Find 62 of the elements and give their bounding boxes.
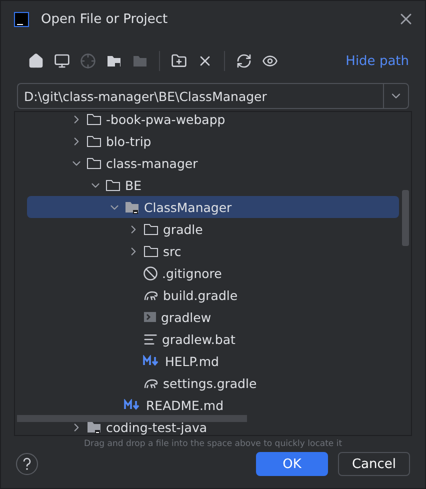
tree-row[interactable]: blo-trip (27, 130, 399, 152)
tree-row[interactable]: ClassManager (27, 196, 399, 218)
folder-icon (86, 133, 102, 149)
horizontal-scrollbar[interactable] (17, 415, 247, 422)
hide-path-link[interactable]: Hide path (346, 54, 409, 68)
path-field[interactable]: D:\git\class-manager\BE\ClassManager (17, 83, 383, 109)
tree-row[interactable]: build.gradle (27, 284, 399, 306)
tree-item-label: gradlew.bat (162, 332, 236, 346)
tree-item-label: ClassManager (144, 200, 232, 214)
question-mark-icon (21, 457, 33, 471)
tree-row[interactable]: .gitignore (27, 262, 399, 284)
tree-item-label: gradlew (161, 310, 212, 324)
ignore-icon (143, 266, 158, 280)
tree-item-label: gradle (163, 222, 203, 236)
folder-icon (132, 53, 148, 69)
folder-icon (143, 243, 159, 259)
tree-row[interactable]: gradlew.bat (27, 328, 399, 350)
tree-item-label: -book-pwa-webapp (106, 112, 226, 126)
new-folder-icon (171, 53, 187, 69)
tree-row[interactable]: gradle (27, 218, 399, 240)
help-button[interactable] (16, 453, 38, 475)
tree-item-label: build.gradle (163, 288, 238, 302)
tree-row[interactable]: BE (27, 174, 399, 196)
tree-item-label: HELP.md (165, 354, 219, 368)
home-icon (28, 53, 44, 69)
tree-item-label: .gitignore (162, 266, 222, 280)
tree-item-label: class-manager (106, 156, 198, 170)
module-folder-icon (124, 199, 140, 215)
tree-row[interactable]: settings.gradle (27, 372, 399, 394)
text-file-icon (143, 332, 158, 346)
window-title: Open File or Project (41, 12, 169, 26)
tree-item-label: README.md (146, 398, 224, 412)
desktop-icon (54, 53, 70, 69)
markdown-icon (143, 355, 161, 367)
tree-row[interactable]: -book-pwa-webapp (27, 112, 399, 130)
hint-text: Drag and drop a file into the space above to quickly locate it (82, 439, 344, 449)
tree-row[interactable]: HELP.md (27, 350, 399, 372)
folder-icon (86, 112, 102, 127)
terminal-icon (143, 310, 157, 324)
markdown-icon (124, 399, 142, 411)
crosshair-icon (80, 53, 96, 69)
refresh-icon (236, 53, 252, 69)
tree-item-label: coding-test-java (106, 420, 208, 434)
tree-row[interactable]: coding-test-java (27, 416, 399, 435)
tree-row[interactable]: class-manager (27, 152, 399, 174)
folder-icon (143, 221, 159, 237)
cancel-button[interactable]: Cancel (338, 452, 410, 476)
vertical-scrollbar[interactable] (402, 190, 409, 246)
tree-row[interactable]: src (27, 240, 399, 262)
tree-row[interactable]: README.md (27, 394, 399, 416)
folder-icon (105, 177, 121, 193)
tree-item-label: BE (125, 178, 142, 192)
folder-icon (86, 155, 102, 171)
tree-item-label: settings.gradle (163, 376, 257, 390)
tree-item-label: src (163, 244, 182, 258)
dropdown-button[interactable] (383, 83, 409, 109)
module-folder-icon (106, 53, 122, 69)
app-logo-icon (14, 12, 29, 26)
tree-row[interactable]: gradlew (27, 306, 399, 328)
ok-button[interactable]: OK (256, 452, 328, 476)
tree-item-label: blo-trip (106, 134, 152, 148)
eye-icon (262, 53, 278, 69)
